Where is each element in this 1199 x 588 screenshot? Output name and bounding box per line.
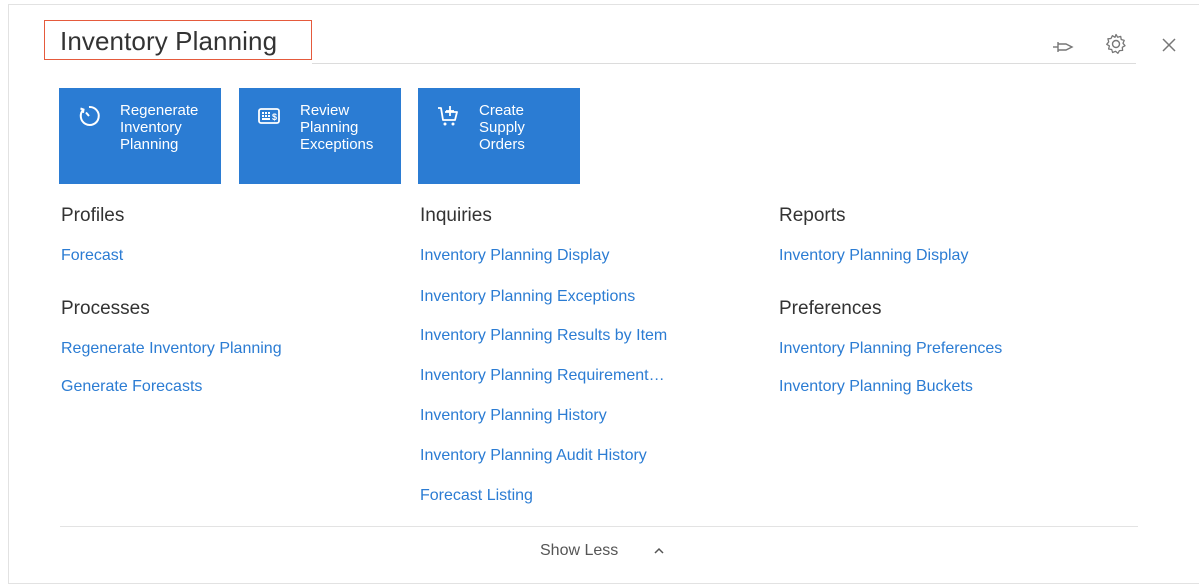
show-less-button[interactable]: Show Less (540, 542, 618, 560)
preferences-heading: Preferences (779, 298, 882, 319)
report-link[interactable]: Inventory Planning Display (779, 247, 968, 265)
refresh-timer-icon (79, 105, 100, 126)
inquiry-link[interactable]: Inventory Planning Results by Item (420, 327, 667, 345)
review-planning-exceptions-tile[interactable]: $ Review Planning Exceptions (239, 88, 401, 184)
tile-label: Review Planning Exceptions (300, 102, 374, 153)
preferences-link[interactable]: Inventory Planning Preferences (779, 340, 1002, 358)
inquiry-link[interactable]: Forecast Listing (420, 487, 533, 505)
regenerate-inventory-planning-link[interactable]: Regenerate Inventory Planning (61, 340, 282, 358)
tile-label: Create Supply Orders (479, 102, 525, 153)
regenerate-inventory-planning-tile[interactable]: Regenerate Inventory Planning (59, 88, 221, 184)
create-supply-orders-tile[interactable]: Create Supply Orders (418, 88, 580, 184)
inquiry-link[interactable]: Inventory Planning History (420, 407, 607, 425)
inquiry-link[interactable]: Inventory Planning Requirement… (420, 367, 665, 385)
profiles-heading: Profiles (61, 205, 125, 226)
svg-text:$: $ (272, 112, 277, 122)
processes-heading: Processes (61, 298, 150, 319)
cart-plus-icon (438, 106, 458, 126)
footer-divider (60, 526, 1138, 527)
reports-heading: Reports (779, 205, 846, 226)
inquiry-link[interactable]: Inventory Planning Display (420, 247, 609, 265)
close-icon[interactable] (1160, 36, 1178, 54)
inquiry-link[interactable]: Inventory Planning Audit History (420, 447, 647, 465)
keyboard-dollar-icon: $ (258, 108, 280, 124)
gear-icon[interactable] (1104, 32, 1128, 56)
chevron-up-icon[interactable] (653, 545, 665, 557)
title-divider (312, 63, 1136, 64)
tile-label: Regenerate Inventory Planning (120, 102, 199, 153)
page-title: Inventory Planning (60, 26, 278, 56)
inquiry-link[interactable]: Inventory Planning Exceptions (420, 288, 635, 306)
pin-icon[interactable] (1052, 36, 1074, 58)
inquiries-heading: Inquiries (420, 205, 492, 226)
preferences-link[interactable]: Inventory Planning Buckets (779, 378, 973, 396)
generate-forecasts-link[interactable]: Generate Forecasts (61, 378, 202, 396)
forecast-link[interactable]: Forecast (61, 247, 123, 265)
